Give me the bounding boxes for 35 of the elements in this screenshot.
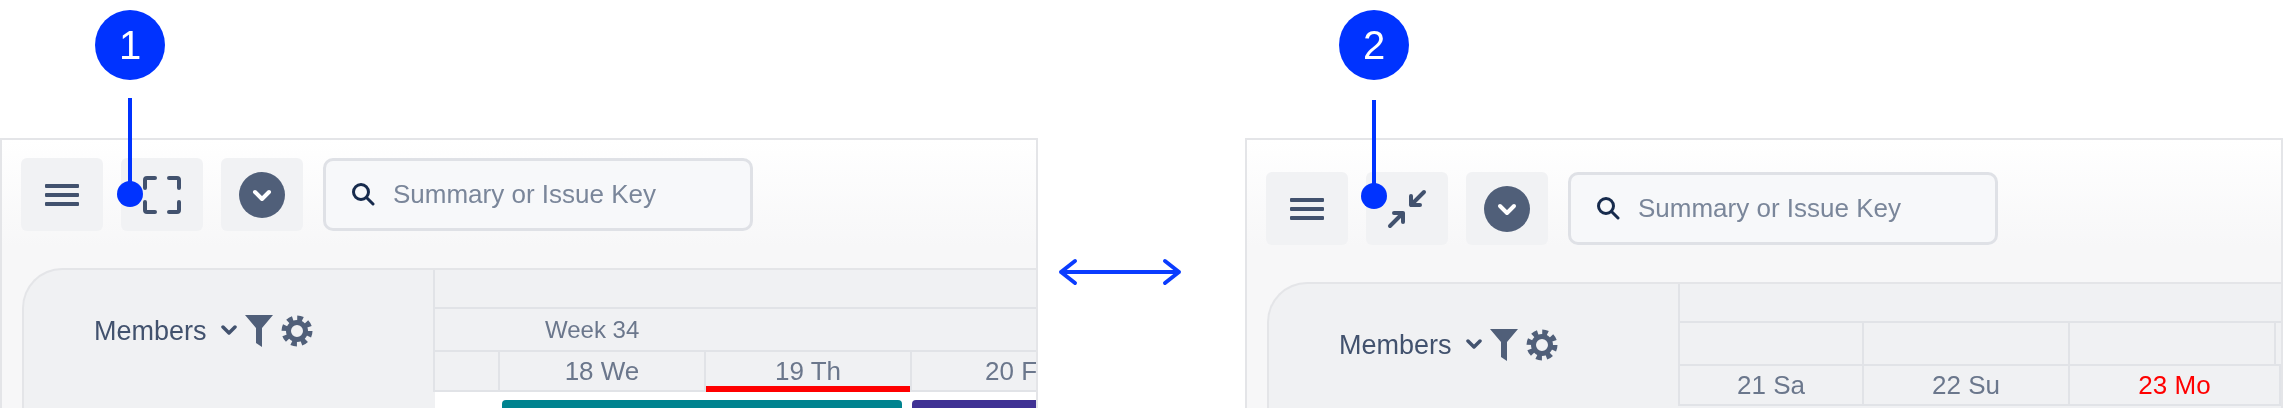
chevron-down-icon (220, 325, 237, 337)
search-field[interactable]: Summary or Issue Key (1568, 172, 1998, 245)
filter-button[interactable] (1489, 329, 1518, 361)
day-label: 22 Su (1932, 370, 2000, 400)
menu-button[interactable] (21, 158, 103, 231)
day-label: 20 F (985, 356, 1036, 386)
collapse-arrows-icon (1387, 188, 1427, 229)
filter-icon (1489, 329, 1518, 361)
day-label: 18 We (564, 356, 640, 386)
chevron-circle-icon (1484, 185, 1530, 232)
step-number: 2 (1339, 10, 1409, 80)
settings-button[interactable] (1525, 329, 1558, 361)
hamburger-icon (1290, 196, 1324, 221)
chevron-down-icon (1465, 339, 1482, 351)
dropdown-button[interactable] (1466, 172, 1548, 245)
day-label: 21 Sa (1737, 370, 1805, 400)
members-dropdown[interactable]: Members (94, 315, 237, 347)
menu-button[interactable] (1266, 172, 1348, 245)
exit-fullscreen-button[interactable] (1366, 172, 1448, 245)
chevron-circle-icon (239, 171, 285, 218)
gear-icon (1525, 329, 1558, 361)
filter-icon (244, 315, 273, 347)
week-label: Week 34 (544, 315, 640, 345)
dropdown-button[interactable] (221, 158, 303, 231)
day-label: 23 Mo (2138, 370, 2211, 400)
fullscreen-icon (143, 175, 181, 214)
hamburger-icon (45, 182, 79, 207)
fullscreen-button[interactable] (121, 158, 203, 231)
filter-button[interactable] (244, 315, 273, 347)
gear-icon (280, 315, 313, 347)
search-field[interactable]: Summary or Issue Key (323, 158, 753, 231)
step-number: 1 (95, 10, 165, 80)
settings-button[interactable] (280, 315, 313, 347)
members-dropdown[interactable]: Members (1339, 329, 1482, 361)
day-label: 19 Th (775, 356, 841, 386)
